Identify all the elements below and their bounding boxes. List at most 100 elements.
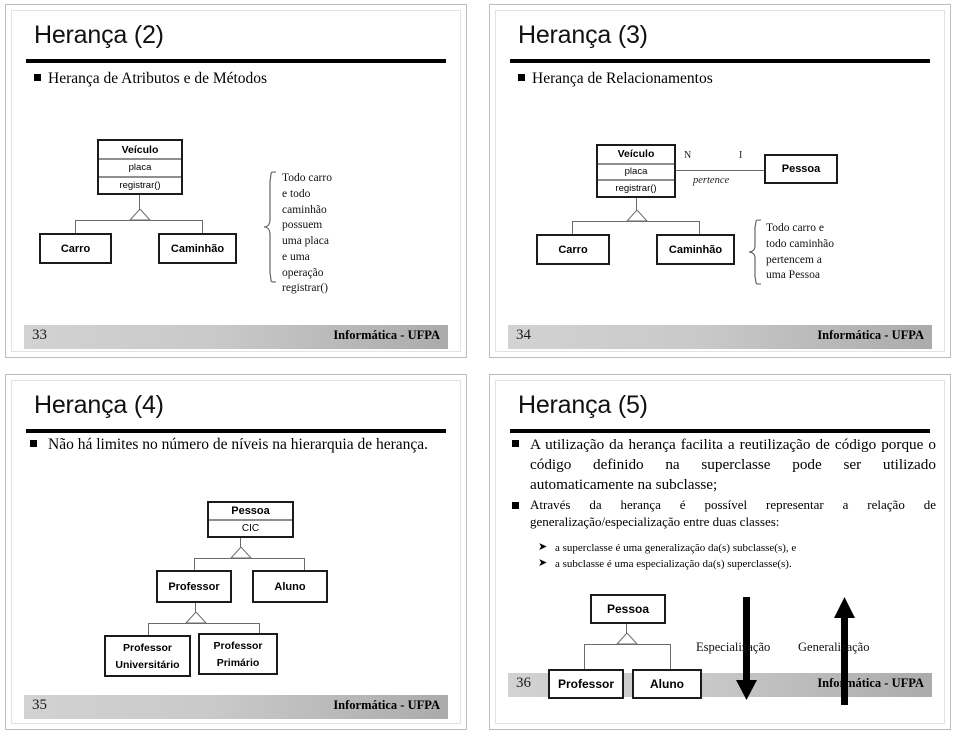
footer-brand: Informática - UFPA: [333, 698, 440, 712]
bullet-square-icon: [34, 74, 41, 81]
class-name: Veículo: [121, 143, 159, 156]
brace-shape: [748, 219, 762, 285]
page-number: 36: [516, 675, 531, 691]
class-attribute: CIC: [241, 522, 260, 534]
uml-class-pessoa[interactable]: Pessoa: [764, 154, 838, 184]
class-operation: registrar(): [615, 183, 657, 195]
class-name: Professor: [557, 677, 615, 691]
footer-brand: Informática - UFPA: [333, 328, 440, 342]
class-name: Professor: [168, 580, 220, 593]
footer-bar: 33 Informática - UFPA: [24, 325, 448, 349]
page-title: Herança (4): [34, 391, 164, 419]
connector-drop-right: [670, 644, 671, 671]
slide-sheet: Herança (2) Herança de Atributos e de Mé…: [0, 0, 960, 738]
brace-shape: [263, 171, 277, 283]
slide-inner-frame: Herança (2) Herança de Atributos e de Mé…: [11, 10, 461, 352]
note-line: operação: [282, 266, 324, 279]
annotation-note: Todo carro e todo caminhão pertencem a u…: [766, 221, 876, 284]
bullet-square-icon: [512, 440, 519, 447]
annotation-note: Todo carro e todo caminhão possuem uma p…: [282, 171, 382, 297]
generalization-triangle-icon: [129, 209, 151, 221]
class-name: Pessoa: [231, 505, 270, 518]
connector-drop-left: [572, 221, 573, 235]
sub-bullet-text: a subclasse é uma especialização da(s) s…: [555, 557, 792, 570]
sub-bullet-item: ➤ a subclasse é uma especialização da(s)…: [538, 557, 796, 573]
bullet-square-icon: [518, 74, 525, 81]
note-line: Todo carro e: [766, 222, 824, 234]
slide-heranca-2[interactable]: Herança (2) Herança de Atributos e de Mé…: [5, 4, 467, 358]
connector-drop-right: [202, 220, 203, 234]
note-line: todo caminhão: [766, 237, 835, 250]
uml-class-carro[interactable]: Carro: [39, 233, 112, 264]
class-name: Carro: [558, 243, 588, 256]
slide-inner-frame: Herança (3) Herança de Relacionamentos V…: [495, 10, 945, 352]
note-line: e todo: [282, 187, 311, 200]
class-name: Caminhão: [668, 243, 723, 256]
note-line: Todo carro: [282, 172, 332, 184]
class-name-line-1: Professor: [122, 641, 173, 654]
association-line: [676, 170, 764, 171]
generalization-triangle-icon: [185, 612, 207, 624]
class-attribute: placa: [624, 166, 648, 178]
slide-heranca-3[interactable]: Herança (3) Herança de Relacionamentos V…: [489, 4, 951, 358]
uml-class-professor[interactable]: Professor: [156, 570, 232, 603]
page-title: Herança (5): [518, 391, 648, 419]
class-name: Aluno: [274, 580, 306, 593]
slide-heranca-5[interactable]: Herança (5) A utilização da herança faci…: [489, 374, 951, 730]
uml-class-caminhao[interactable]: Caminhão: [158, 233, 237, 264]
uml-class-pessoa[interactable]: Pessoa CIC: [207, 501, 294, 538]
uml-class-veiculo[interactable]: Veículo placa registrar(): [596, 144, 676, 198]
sub-bullet-item: ➤ a superclasse é uma generalização da(s…: [538, 541, 796, 557]
slide-inner-frame: Herança (4) Não há limites no número de …: [11, 380, 461, 724]
sub-bullet-list: ➤ a superclasse é uma generalização da(s…: [538, 541, 796, 573]
note-line: uma placa: [282, 235, 329, 247]
title-rule: [26, 59, 446, 64]
association-label: pertence: [693, 175, 730, 186]
uml-class-aluno[interactable]: Aluno: [632, 669, 702, 699]
uml-class-professor[interactable]: Professor: [548, 669, 624, 699]
slide-inner-frame: Herança (5) A utilização da herança faci…: [495, 380, 945, 724]
uml-class-pessoa[interactable]: Pessoa: [590, 594, 666, 624]
uml-class-professor-universitario[interactable]: Professor Universitário: [104, 635, 191, 677]
cardinality-left: N: [684, 150, 692, 161]
connector-drop-left: [75, 220, 76, 234]
uml-class-veiculo[interactable]: Veículo placa registrar(): [97, 139, 183, 195]
class-name: Pessoa: [781, 163, 821, 175]
uml-class-professor-primario[interactable]: Professor Primário: [198, 633, 278, 675]
note-line: caminhão: [282, 203, 327, 216]
note-line: possuem: [282, 219, 323, 232]
uml-class-caminhao[interactable]: Caminhão: [656, 234, 735, 265]
slide-heranca-4[interactable]: Herança (4) Não há limites no número de …: [5, 374, 467, 730]
bullet-text: Não há limites no número de níveis na hi…: [48, 436, 429, 453]
generalization-triangle-icon: [230, 547, 252, 559]
title-rule: [510, 59, 930, 64]
class-name: Veículo: [617, 148, 655, 161]
generalization-triangle-icon: [626, 210, 648, 222]
note-line: pertencem a: [766, 253, 822, 266]
footer-brand: Informática - UFPA: [817, 328, 924, 342]
note-line: registrar(): [282, 282, 328, 295]
class-name: Aluno: [650, 677, 684, 691]
bullet-item: Não há limites no número de níveis na hi…: [30, 435, 450, 455]
bullet-text: A utilização da herança facilita a reuti…: [530, 436, 936, 493]
class-name: Caminhão: [170, 242, 225, 255]
curly-brace-icon: [747, 219, 763, 289]
uml-class-aluno[interactable]: Aluno: [252, 570, 328, 603]
specialization-label: Especialização: [696, 640, 771, 654]
note-line: e uma: [282, 250, 310, 263]
bullet-text: Através da herança é possível representa…: [530, 497, 936, 529]
title-rule: [26, 429, 446, 434]
bullet-item: Através da herança é possível representa…: [512, 497, 936, 531]
uml-class-carro[interactable]: Carro: [536, 234, 610, 265]
cardinality-right: I: [739, 150, 743, 161]
class-name: Carro: [60, 242, 91, 255]
sub-bullet-text: a superclasse é uma generalização da(s) …: [555, 542, 797, 554]
curly-brace-icon: [262, 171, 278, 287]
class-name-line-2: Primário: [216, 656, 260, 669]
bullet-item: Herança de Atributos e de Métodos: [34, 69, 267, 89]
connector-drop-left: [584, 644, 585, 671]
bullet-item: A utilização da herança facilita a reuti…: [512, 435, 936, 494]
title-rule: [510, 429, 930, 434]
generalization-label: Generalização: [798, 640, 870, 654]
connector-drop-right: [699, 221, 700, 235]
